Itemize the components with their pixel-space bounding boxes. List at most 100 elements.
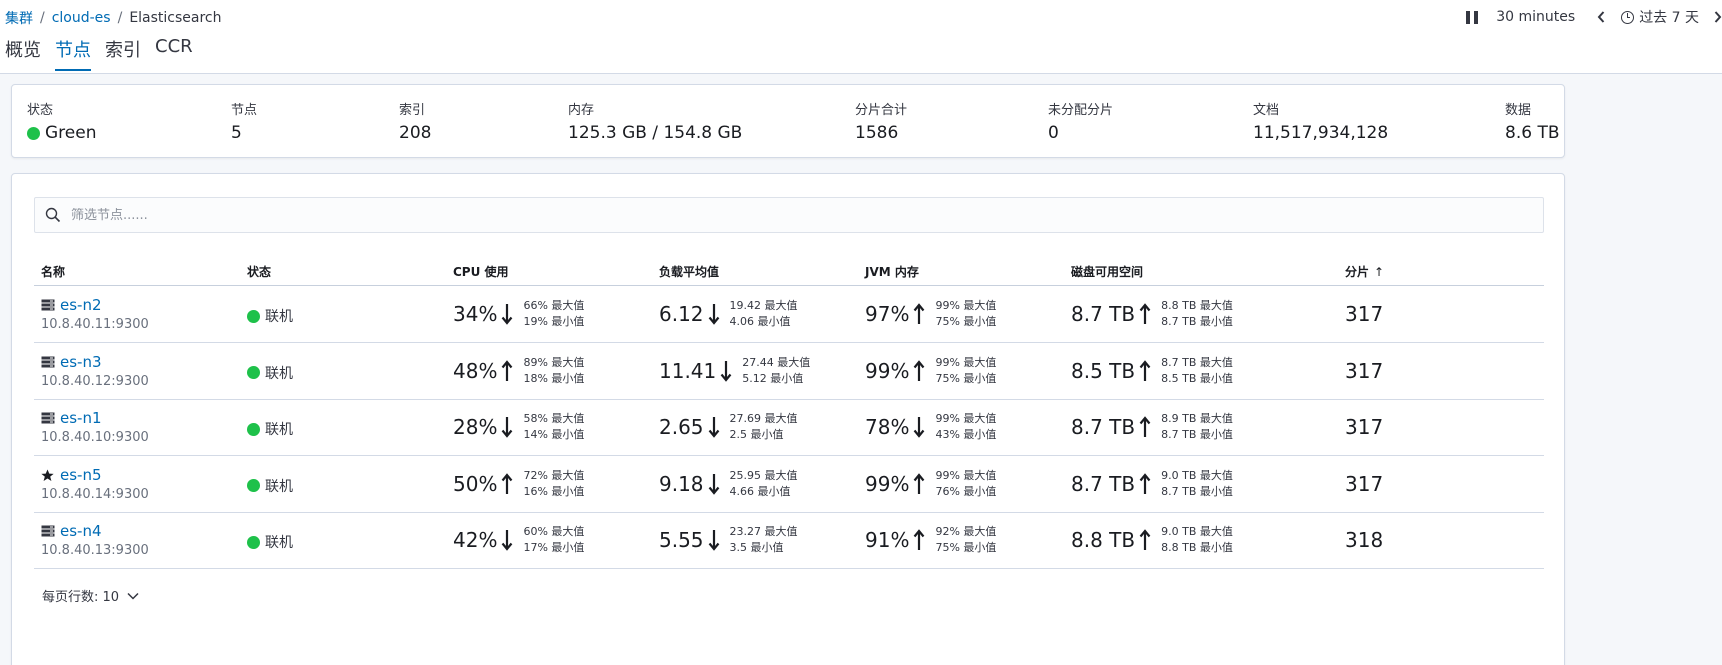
cpu-metric: 34% 66% 最大值 19% 最小值 xyxy=(453,298,584,330)
disk-value: 8.7 TB xyxy=(1071,302,1136,326)
node-status: 联机 xyxy=(247,363,293,383)
node-address: 10.8.40.13:9300 xyxy=(41,543,149,558)
breadcrumb-current: Elasticsearch xyxy=(129,10,222,26)
stat-documents-label: 文档 xyxy=(1253,103,1280,118)
cluster-stats-panel: 状态 Green 节点 5 索引 208 内存 125.3 GB / 154.8… xyxy=(11,84,1565,158)
load-min-max: 19.42 最大值 4.06 最小值 xyxy=(730,298,798,330)
disk-max: 8.9 TB 最大值 xyxy=(1161,412,1233,425)
refresh-interval[interactable]: 30 minutes xyxy=(1496,9,1575,25)
stat-indices-label: 索引 xyxy=(399,103,426,118)
chevron-left-icon[interactable] xyxy=(1597,11,1605,23)
rows-per-page-button[interactable]: 每页行数: 10 xyxy=(42,586,139,605)
column-header-load[interactable]: 负载平均值 xyxy=(659,263,719,280)
pause-icon[interactable] xyxy=(1466,10,1479,24)
tab-ccr[interactable]: CCR xyxy=(155,36,193,71)
arrow-up-icon xyxy=(1139,416,1151,438)
column-header-disk[interactable]: 磁盘可用空间 xyxy=(1071,263,1143,280)
cpu-max: 72% 最大值 xyxy=(523,468,585,482)
column-header-shards[interactable]: 分片 ↑ xyxy=(1345,263,1384,280)
arrow-down-icon xyxy=(708,416,720,438)
jvm-min: 43% 最小值 xyxy=(935,428,997,441)
jvm-max: 99% 最大值 xyxy=(935,355,997,369)
load-min-max: 27.69 最大值 2.5 最小值 xyxy=(730,411,798,443)
server-icon xyxy=(41,525,55,537)
cpu-min: 19% 最小值 xyxy=(523,315,585,328)
arrow-up-icon xyxy=(501,359,513,382)
stat-memory: 内存 125.3 GB / 154.8 GB xyxy=(568,99,742,143)
node-name-cell: es-n5 10.8.40.14:9300 xyxy=(41,466,149,502)
node-status-text: 联机 xyxy=(265,535,293,551)
column-header-status[interactable]: 状态 xyxy=(247,263,271,280)
tab-overview[interactable]: 概览 xyxy=(5,36,41,71)
search-input[interactable] xyxy=(71,207,1471,223)
sort-ascending-icon: ↑ xyxy=(1374,265,1385,279)
search-bar xyxy=(34,197,1544,233)
jvm-min-max: 99% 最大值 75% 最小值 xyxy=(935,298,996,330)
node-name-line: es-n3 xyxy=(41,353,149,371)
time-range[interactable]: 过去 7 天 xyxy=(1639,7,1699,27)
load-min: 4.66 最小值 xyxy=(729,484,791,498)
breadcrumb-separator: / xyxy=(40,10,45,26)
disk-min-max: 8.8 TB 最大值 8.7 TB 最小值 xyxy=(1161,298,1233,330)
breadcrumb-cluster[interactable]: cloud-es xyxy=(52,10,111,26)
tab-bar: 概览 节点 索引 CCR xyxy=(5,36,207,71)
jvm-min-max: 99% 最大值 75% 最小值 xyxy=(935,355,996,387)
node-name-cell: es-n2 10.8.40.11:9300 xyxy=(41,296,149,332)
disk-metric: 8.8 TB 9.0 TB 最大值 8.8 TB 最小值 xyxy=(1071,524,1233,556)
arrow-down-icon xyxy=(501,416,513,438)
load-metric: 11.41 27.44 最大值 5.12 最小值 xyxy=(659,355,810,387)
cpu-max: 60% 最大值 xyxy=(523,525,585,538)
node-name-cell: es-n1 10.8.40.10:9300 xyxy=(41,409,149,445)
cpu-min-max: 89% 最大值 18% 最小值 xyxy=(523,355,584,387)
shards-count: 317 xyxy=(1345,358,1384,383)
load-min-max: 23.27 最大值 3.5 最小值 xyxy=(730,524,798,556)
load-max: 23.27 最大值 xyxy=(729,525,798,538)
node-name-link[interactable]: es-n1 xyxy=(60,409,102,427)
disk-value: 8.7 TB xyxy=(1071,415,1136,439)
column-header-name[interactable]: 名称 xyxy=(41,263,65,280)
breadcrumb-clusters[interactable]: 集群 xyxy=(5,8,33,28)
stat-nodes: 节点 5 xyxy=(231,99,257,143)
node-name-link[interactable]: es-n5 xyxy=(60,466,102,484)
load-max: 27.44 最大值 xyxy=(742,355,811,369)
node-status: 联机 xyxy=(247,419,293,439)
column-header-shards-label: 分片 xyxy=(1345,265,1370,279)
cpu-min-max: 58% 最大值 14% 最小值 xyxy=(523,411,584,443)
cpu-min: 16% 最小值 xyxy=(523,484,585,498)
node-name-line: es-n2 xyxy=(41,296,149,314)
load-min: 3.5 最小值 xyxy=(729,541,784,554)
load-max: 19.42 最大值 xyxy=(729,299,798,312)
node-name-link[interactable]: es-n2 xyxy=(60,296,102,314)
stat-status-label: 状态 xyxy=(27,103,54,118)
node-name-link[interactable]: es-n3 xyxy=(60,353,102,371)
shards-count: 318 xyxy=(1345,528,1384,552)
arrow-up-icon xyxy=(913,472,925,495)
load-max: 25.95 最大值 xyxy=(729,468,798,482)
load-min: 2.5 最小值 xyxy=(729,428,784,441)
chevron-right-icon[interactable] xyxy=(1714,11,1722,23)
disk-min: 8.7 TB 最小值 xyxy=(1161,428,1233,441)
jvm-min: 75% 最小值 xyxy=(935,315,997,328)
arrow-down-icon xyxy=(501,529,513,551)
stat-status: 状态 Green xyxy=(27,99,96,143)
node-status: 联机 xyxy=(247,532,293,552)
node-name-link[interactable]: es-n4 xyxy=(60,522,102,540)
load-value: 5.55 xyxy=(659,528,704,552)
arrow-up-icon xyxy=(1139,472,1151,495)
cpu-max: 66% 最大值 xyxy=(523,299,585,312)
column-header-jvm[interactable]: JVM 内存 xyxy=(865,263,919,280)
tab-indices[interactable]: 索引 xyxy=(105,36,141,71)
jvm-value: 99% xyxy=(865,358,910,383)
arrow-up-icon xyxy=(913,359,925,382)
column-header-cpu[interactable]: CPU 使用 xyxy=(453,263,509,280)
jvm-metric: 78% 99% 最大值 43% 最小值 xyxy=(865,411,996,443)
node-address: 10.8.40.12:9300 xyxy=(41,373,149,389)
jvm-max: 99% 最大值 xyxy=(935,468,997,482)
cpu-min: 17% 最小值 xyxy=(523,541,585,554)
disk-metric: 8.7 TB 9.0 TB 最大值 8.7 TB 最小值 xyxy=(1071,468,1233,500)
server-icon xyxy=(41,356,55,368)
jvm-min: 75% 最小值 xyxy=(935,371,997,385)
tab-nodes[interactable]: 节点 xyxy=(55,36,91,71)
load-min: 5.12 最小值 xyxy=(742,371,804,385)
disk-max: 9.0 TB 最大值 xyxy=(1161,468,1233,482)
